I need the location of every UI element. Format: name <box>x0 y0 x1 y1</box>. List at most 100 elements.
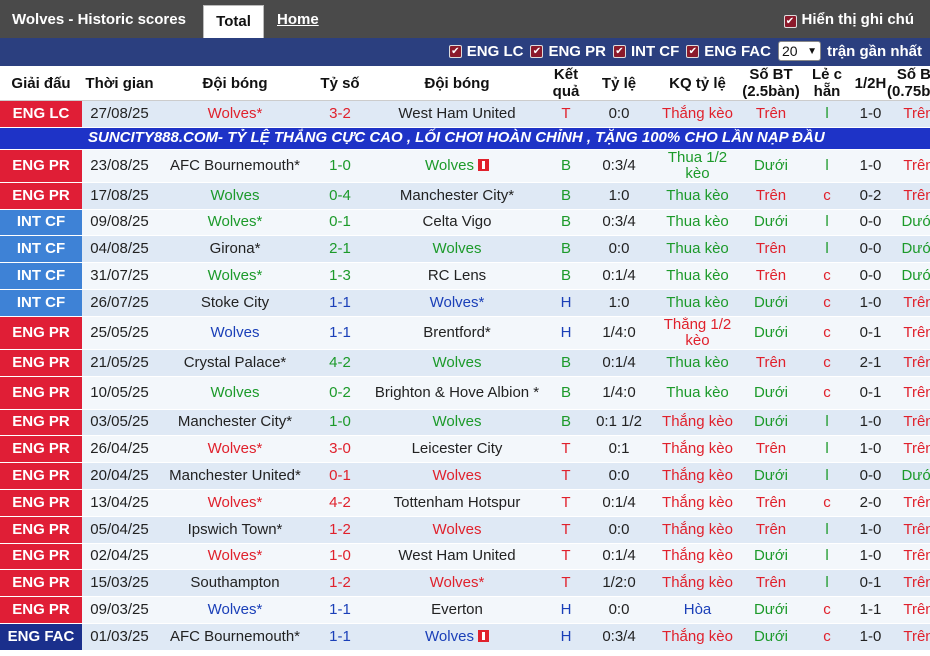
league-badge[interactable]: INT CF <box>0 235 82 264</box>
away-team[interactable]: RC Lens <box>367 262 547 290</box>
league-badge[interactable]: ENG FAC <box>0 623 82 651</box>
away-team[interactable]: Wolves <box>367 149 547 183</box>
filter-bar: ✔ ENG LC ✔ ENG PR ✔ INT CF ✔ ENG FAC 20 ▼ trậ… <box>0 38 930 66</box>
home-team[interactable]: Crystal Palace* <box>157 349 313 377</box>
home-team[interactable]: Wolves* <box>157 262 313 290</box>
home-team[interactable]: Wolves* <box>157 100 313 128</box>
home-team[interactable]: Ipswich Town* <box>157 516 313 544</box>
away-team[interactable]: West Ham United <box>367 100 547 128</box>
league-badge[interactable]: ENG PR <box>0 569 82 598</box>
league-badge[interactable]: ENG PR <box>0 435 82 464</box>
filter-eng-pr[interactable]: ✔ ENG PR <box>530 43 606 60</box>
home-team-name: Manchester City* <box>177 413 293 431</box>
checkbox-icon[interactable]: ✔ <box>612 44 626 58</box>
home-team[interactable]: AFC Bournemouth* <box>157 149 313 183</box>
league-badge[interactable]: ENG PR <box>0 376 82 410</box>
away-team[interactable]: Wolves <box>367 462 547 490</box>
over-under-2: Trên <box>887 569 930 598</box>
league-badge[interactable]: ENG PR <box>0 516 82 544</box>
away-team[interactable]: Everton <box>367 596 547 624</box>
league-badge[interactable]: ENG PR <box>0 316 82 350</box>
col-result: Kết quả <box>547 66 585 101</box>
league-badge[interactable]: ENG PR <box>0 182 82 210</box>
half-time-score: 1-0 <box>854 289 887 317</box>
col-score: Tỷ số <box>313 66 367 101</box>
away-team[interactable]: Manchester City* <box>367 182 547 210</box>
league-badge[interactable]: INT CF <box>0 262 82 290</box>
half-time-score: 0-2 <box>854 182 887 210</box>
league-badge[interactable]: ENG PR <box>0 409 82 437</box>
checkbox-icon[interactable]: ✔ <box>530 44 544 58</box>
away-team[interactable]: Celta Vigo <box>367 209 547 237</box>
home-team[interactable]: Wolves <box>157 182 313 210</box>
match-count-select[interactable]: 20 ▼ <box>777 41 821 61</box>
league-badge[interactable]: ENG PR <box>0 596 82 624</box>
tab-total[interactable]: Total <box>203 5 264 38</box>
home-team[interactable]: Wolves* <box>157 435 313 464</box>
home-team[interactable]: Wolves* <box>157 489 313 517</box>
match-date: 05/04/25 <box>82 516 157 544</box>
home-team[interactable]: Wolves* <box>157 596 313 624</box>
home-team-name: Wolves <box>210 186 260 204</box>
odds: 0:0 <box>585 100 653 128</box>
odds: 0:3/4 <box>585 623 653 651</box>
match-date: 27/08/25 <box>82 100 157 128</box>
home-team[interactable]: Southampton <box>157 569 313 598</box>
score: 4-2 <box>313 349 367 377</box>
away-team[interactable]: Brentford* <box>367 316 547 350</box>
league-badge[interactable]: ENG PR <box>0 149 82 183</box>
filter-int-cf[interactable]: ✔ INT CF <box>612 43 679 60</box>
league-badge[interactable]: INT CF <box>0 209 82 237</box>
away-team[interactable]: Wolves <box>367 516 547 544</box>
away-team[interactable]: Wolves <box>367 235 547 264</box>
away-team[interactable]: Wolves <box>367 409 547 437</box>
home-team[interactable]: Wolves* <box>157 543 313 571</box>
odd-even: c <box>800 316 854 350</box>
league-badge[interactable]: ENG PR <box>0 349 82 377</box>
ad-banner[interactable]: SUNCITY888.COM- TỶ LỆ THẮNG CỰC CAO , LỐ… <box>0 127 930 150</box>
away-team[interactable]: Leicester City <box>367 435 547 464</box>
over-under: Trên <box>742 435 800 464</box>
filter-eng-lc[interactable]: ✔ ENG LC <box>448 43 523 60</box>
match-result: H <box>547 623 585 651</box>
away-team[interactable]: Wolves <box>367 349 547 377</box>
home-team[interactable]: Girona* <box>157 235 313 264</box>
match-result: B <box>547 209 585 237</box>
away-team[interactable]: Brighton & Hove Albion * <box>367 376 547 410</box>
home-team[interactable]: Manchester United* <box>157 462 313 490</box>
away-team[interactable]: Wolves* <box>367 289 547 317</box>
home-team[interactable]: Manchester City* <box>157 409 313 437</box>
away-team[interactable]: West Ham United <box>367 543 547 571</box>
away-team[interactable]: Tottenham Hotspur <box>367 489 547 517</box>
checkbox-icon[interactable]: ✔ <box>448 44 462 58</box>
show-notes-toggle[interactable]: ✔ Hiển thị ghi chú <box>783 11 914 28</box>
league-badge[interactable]: INT CF <box>0 289 82 317</box>
home-team[interactable]: AFC Bournemouth* <box>157 623 313 651</box>
checkbox-icon[interactable]: ✔ <box>783 15 797 28</box>
home-team[interactable]: Wolves* <box>157 209 313 237</box>
away-team[interactable]: Wolves <box>367 623 547 651</box>
tab-home[interactable]: Home <box>277 11 319 28</box>
home-team[interactable]: Wolves <box>157 376 313 410</box>
red-card-icon <box>477 629 489 642</box>
filter-eng-fac[interactable]: ✔ ENG FAC <box>686 43 771 60</box>
home-team[interactable]: Wolves <box>157 316 313 350</box>
over-under-2: Trên <box>887 623 930 651</box>
checkbox-icon[interactable]: ✔ <box>686 44 700 58</box>
league-badge[interactable]: ENG PR <box>0 489 82 517</box>
league-badge[interactable]: ENG LC <box>0 100 82 128</box>
league-badge[interactable]: ENG PR <box>0 462 82 490</box>
score: 1-1 <box>313 289 367 317</box>
away-team-name: Wolves <box>432 520 482 538</box>
home-team[interactable]: Stoke City <box>157 289 313 317</box>
over-under: Trên <box>742 569 800 598</box>
away-team[interactable]: Wolves* <box>367 569 547 598</box>
ad-banner-text[interactable]: SUNCITY888.COM- TỶ LỆ THẮNG CỰC CAO , LỐ… <box>0 127 930 150</box>
match-date: 21/05/25 <box>82 349 157 377</box>
table-row: ENG PR 17/08/25 Wolves 0-4 Manchester City* B… <box>0 182 930 210</box>
odd-even: c <box>800 623 854 651</box>
half-time-score: 2-1 <box>854 349 887 377</box>
league-badge[interactable]: ENG PR <box>0 543 82 571</box>
away-team-name: Brentford* <box>423 323 491 341</box>
match-result: T <box>547 569 585 598</box>
